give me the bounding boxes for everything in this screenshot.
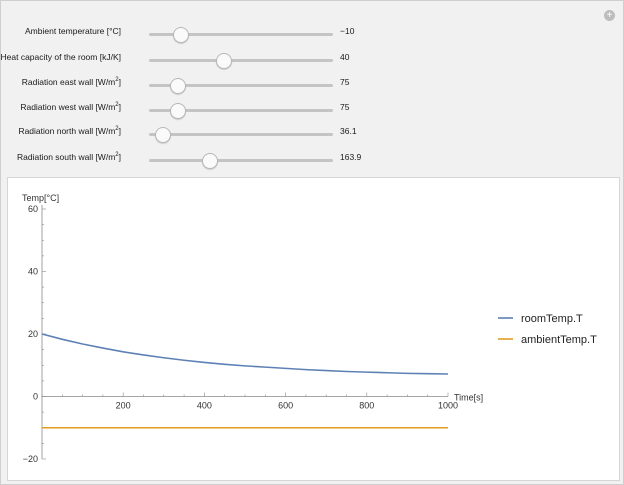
series-line-0 [41, 333, 449, 375]
control-value: 75 [340, 77, 350, 87]
control-value: −10 [340, 26, 355, 36]
control-value: 75 [340, 102, 350, 112]
control-radiation-north: Radiation north wall [W/m2] 36.1 [1, 125, 601, 143]
y-tick-label: 60 [28, 204, 38, 214]
control-label: Radiation north wall [W/m2] [18, 126, 121, 136]
legend-label: roomTemp.T [521, 313, 583, 325]
radiation-west-slider[interactable] [149, 103, 333, 119]
control-heat-capacity: Heat capacity of the room [kJ/K] 40 [1, 51, 601, 69]
control-radiation-east: Radiation east wall [W/m2] 75 [1, 76, 601, 94]
control-label: Radiation south wall [W/m2] [17, 152, 121, 162]
slider-thumb[interactable] [169, 103, 186, 119]
legend-label: ambientTemp.T [521, 334, 597, 346]
radiation-east-slider[interactable] [149, 78, 333, 94]
slider-thumb[interactable] [155, 127, 172, 143]
control-value: 40 [340, 52, 350, 62]
control-label: Radiation east wall [W/m2] [21, 77, 121, 87]
plot-area: 200 400 600 800 1000 −20 0 20 40 60 Temp[°C] Time[s… [7, 177, 620, 481]
control-ambient-temperature: Ambient temperature [°C] −10 [1, 25, 601, 43]
control-label: Ambient temperature [°C] [25, 26, 121, 36]
control-value: 163.9 [340, 152, 362, 162]
ambient-temperature-slider[interactable] [149, 27, 333, 43]
x-tick-label: 400 [197, 401, 212, 411]
y-tick-label: 20 [28, 329, 38, 339]
control-radiation-south: Radiation south wall [W/m2] 163.9 [1, 151, 601, 169]
x-tick-label: 200 [116, 401, 131, 411]
x-axis-title: Time[s] [454, 393, 483, 403]
y-tick-label: 0 [33, 392, 38, 402]
temperature-chart: 200 400 600 800 1000−200204060Temp[°C]Time[s… [22, 193, 597, 464]
radiation-north-slider[interactable] [149, 127, 333, 143]
y-tick-label: 40 [28, 267, 38, 277]
control-label: Radiation west wall [W/m2] [20, 102, 121, 112]
radiation-south-slider[interactable] [149, 153, 333, 169]
x-tick-label: 800 [359, 401, 374, 411]
y-tick-label: −20 [23, 454, 38, 464]
slider-thumb[interactable] [169, 78, 186, 94]
control-label: Heat capacity of the room [kJ/K] [0, 52, 121, 62]
plus-icon[interactable]: + [604, 10, 615, 21]
manipulate-panel: + Ambient temperature [°C] −10 Heat capa… [0, 0, 624, 485]
heat-capacity-slider[interactable] [149, 53, 333, 69]
slider-thumb[interactable] [202, 153, 219, 169]
slider-thumb[interactable] [215, 53, 232, 69]
control-value: 36.1 [340, 126, 357, 136]
control-radiation-west: Radiation west wall [W/m2] 75 [1, 101, 601, 119]
x-tick-label: 600 [278, 401, 293, 411]
y-axis-title: Temp[°C] [22, 193, 59, 203]
slider-thumb[interactable] [172, 27, 189, 43]
